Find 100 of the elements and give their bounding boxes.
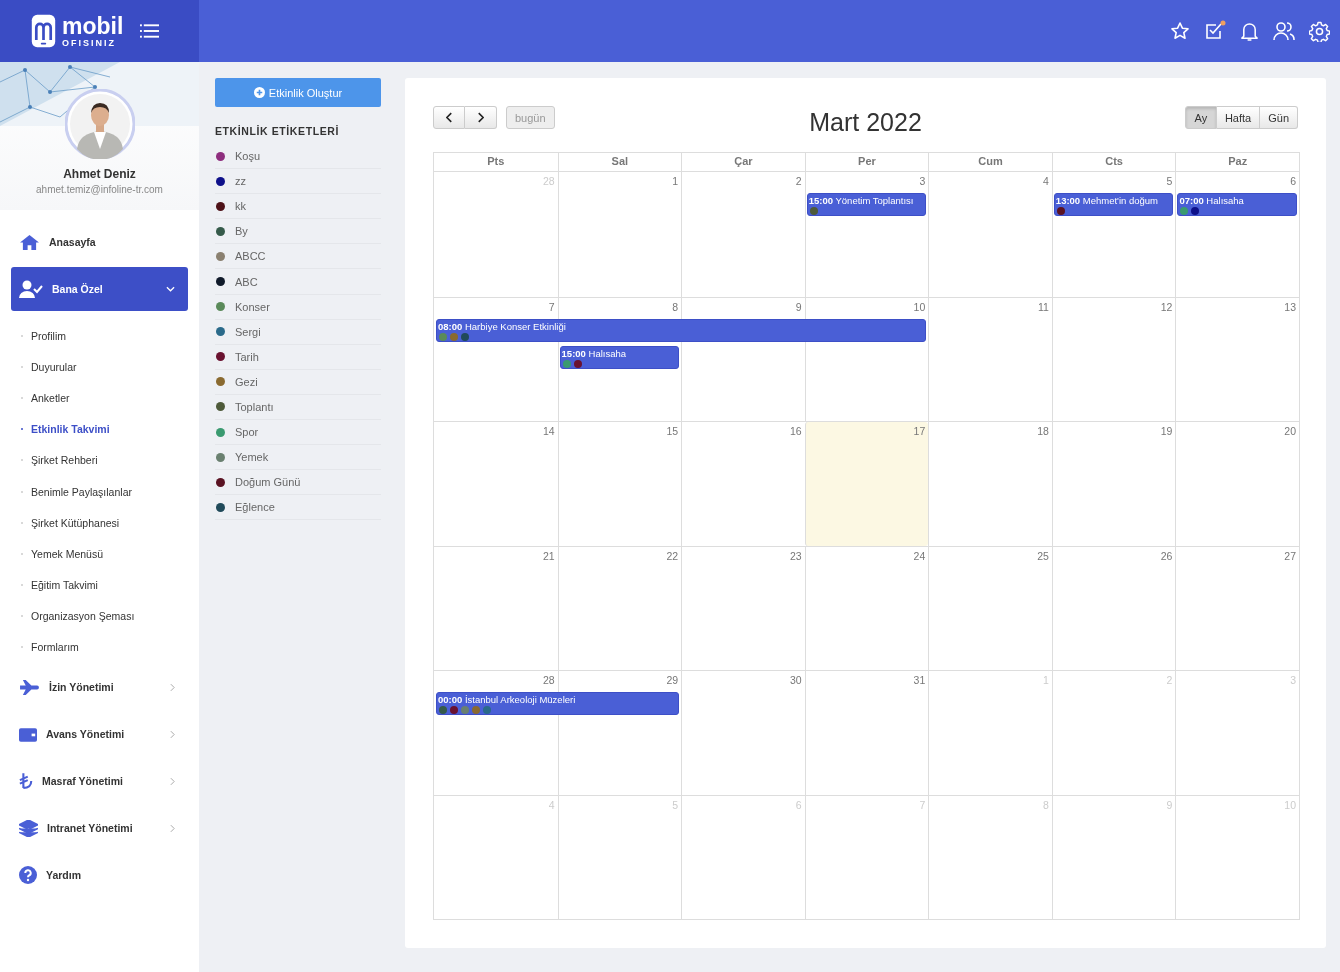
day-number: 29 <box>666 674 679 686</box>
tag-item[interactable]: Eğlence <box>215 495 381 521</box>
tag-item[interactable]: Toplantı <box>215 394 381 421</box>
plus-circle-icon <box>253 87 265 98</box>
view-tab[interactable]: Gün <box>1260 106 1298 129</box>
tag-item[interactable]: ABCC <box>215 244 381 270</box>
previous-button[interactable] <box>433 106 465 129</box>
star-icon[interactable] <box>1170 21 1190 41</box>
tag-item[interactable]: Konser <box>215 294 381 320</box>
checkbox-icon[interactable] <box>1204 20 1226 42</box>
sidebar-item[interactable]: Yardım <box>11 853 188 898</box>
day-number: 5 <box>1166 175 1173 187</box>
submenu-item[interactable]: Yemek Menüsü <box>21 538 188 570</box>
tag-item[interactable]: Doğum Günü <box>215 470 381 496</box>
day-number: 7 <box>548 300 555 313</box>
day-number: 19 <box>1160 425 1173 437</box>
day-number: 27 <box>1284 549 1296 562</box>
help-icon <box>19 866 37 885</box>
tag-item[interactable]: kk <box>215 194 381 220</box>
wallet-icon <box>19 726 37 742</box>
tag-item[interactable]: Tarih <box>215 344 381 370</box>
users-icon[interactable] <box>1273 21 1295 41</box>
submenu-item[interactable]: Formlarım <box>21 631 188 664</box>
weekday-header: Cum <box>928 153 1052 171</box>
chevron-right-icon <box>477 112 484 123</box>
calendar-event[interactable]: 15:00 Halısaha <box>559 345 680 369</box>
day-number: 21 <box>542 549 555 562</box>
day-number: 12 <box>1160 300 1173 313</box>
calendar-event[interactable]: 00:00 İstanbul Arkeoloji Müzeleri <box>436 692 680 715</box>
weekday-header: Paz <box>1175 153 1299 171</box>
submenu-item[interactable]: Şirket Kütüphanesi <box>21 507 188 539</box>
sidebar-item[interactable]: İzin Yönetimi <box>11 665 188 710</box>
calendar-event[interactable]: 07:00 Halısaha <box>1177 193 1297 216</box>
day-number: 31 <box>913 674 926 686</box>
day-number: 16 <box>790 425 802 437</box>
submenu-item[interactable]: Etkinlik Takvimi <box>21 413 188 445</box>
weekday-header: Çar <box>681 153 805 171</box>
weekday-header: Per <box>804 153 929 171</box>
settings-icon[interactable] <box>1309 20 1330 42</box>
user-check-icon <box>19 280 43 298</box>
bell-icon[interactable] <box>1240 20 1259 42</box>
tag-item[interactable]: Sergi <box>215 319 381 345</box>
tag-item[interactable]: Spor <box>215 420 381 446</box>
sidebar-item[interactable]: Masraf Yönetimi <box>11 759 188 804</box>
chevron-right-icon <box>170 823 175 833</box>
submenu-item[interactable]: Duyurular <box>21 351 188 383</box>
tag-item[interactable]: ABC <box>215 269 381 295</box>
menu-icon[interactable] <box>140 24 160 38</box>
sidebar-item[interactable]: Intranet Yönetimi <box>11 806 188 851</box>
day-number: 10 <box>913 300 926 313</box>
day-number: 20 <box>1284 425 1296 437</box>
day-number: 9 <box>795 300 802 313</box>
day-number: 3 <box>919 175 926 187</box>
day-number: 24 <box>913 549 926 562</box>
submenu-item[interactable]: Anketler <box>21 382 188 414</box>
calendar-event[interactable]: 15:00 Yönetim Toplantısı <box>806 193 927 216</box>
calendar-event[interactable]: 13:00 Mehmet'in doğum <box>1053 193 1174 216</box>
day-number: 6 <box>1290 175 1296 187</box>
calendar-title: Mart 2022 <box>809 108 922 137</box>
day-number: 26 <box>1160 549 1173 562</box>
brand-tagline: OFISINIZ <box>62 38 117 48</box>
section-title: ETKİNLİK ETİKETLERİ <box>215 125 340 137</box>
user-email: ahmet.temiz@infoline-tr.com <box>36 184 163 195</box>
day-number: 18 <box>1037 425 1049 437</box>
tag-item[interactable]: zz <box>215 169 381 195</box>
lira-icon <box>19 772 33 791</box>
chevron-right-icon <box>170 682 175 692</box>
day-number: 1 <box>672 175 679 187</box>
tag-item[interactable]: Yemek <box>215 445 381 471</box>
sidebar-item[interactable]: Avans Yönetimi <box>11 712 188 757</box>
submenu-item[interactable]: Organizasyon Şeması <box>21 600 188 632</box>
tag-item[interactable]: Gezi <box>215 369 381 395</box>
submenu-item[interactable]: Eğitim Takvimi <box>21 569 188 601</box>
tag-item[interactable]: Koşu <box>215 144 381 170</box>
next-button[interactable] <box>465 106 497 129</box>
tag-item[interactable]: By <box>215 219 381 245</box>
chevron-left-icon <box>445 112 453 123</box>
submenu-item[interactable]: Şirket Rehberi <box>21 444 188 476</box>
sidebar-item[interactable]: Anasayfa <box>11 220 188 264</box>
create-event-button[interactable]: Etkinlik Oluştur <box>215 78 381 107</box>
day-number: 28 <box>542 674 555 686</box>
user-name: Ahmet Deniz <box>63 167 136 181</box>
weekday-header: Cts <box>1051 153 1176 171</box>
weekday-header: Pts <box>486 154 506 169</box>
day-number: 25 <box>1037 549 1049 562</box>
logo-icon <box>30 12 57 50</box>
submenu-item[interactable]: Benimle Paylaşılanlar <box>21 475 188 508</box>
day-number: 17 <box>913 425 926 437</box>
calendar-event[interactable]: 08:00 Harbiye Konser Etkinliği <box>436 318 927 342</box>
view-tab[interactable]: Hafta <box>1216 106 1261 129</box>
day-number: 30 <box>790 674 802 686</box>
day-number: 22 <box>666 549 679 562</box>
day-number: 2 <box>795 175 802 187</box>
weekday-header: Sal <box>557 153 682 171</box>
sidebar-item[interactable]: Bana Özel <box>11 267 188 311</box>
day-number: 13 <box>1284 300 1296 313</box>
view-tab[interactable]: Ay <box>1184 106 1217 129</box>
submenu-item[interactable]: Profilim <box>21 320 188 352</box>
day-number: 8 <box>672 300 679 313</box>
day-number: 15 <box>666 425 679 437</box>
